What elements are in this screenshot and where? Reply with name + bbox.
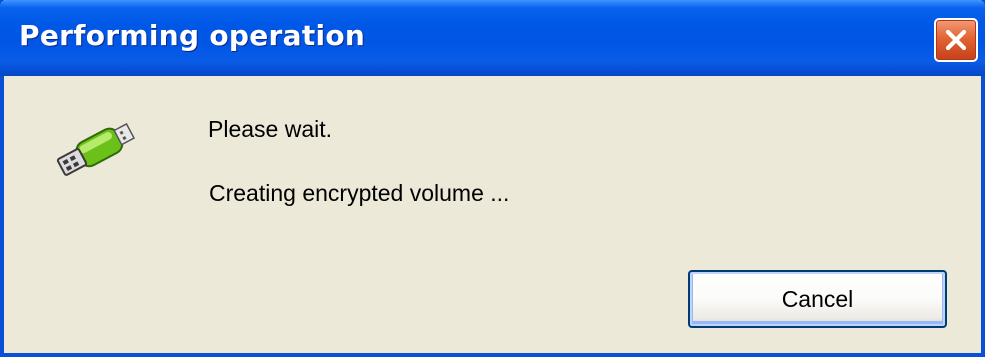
please-wait-text: Please wait. bbox=[208, 116, 333, 142]
title-bar[interactable]: Performing operation bbox=[0, 0, 985, 76]
usb-drive-key-icon bbox=[52, 117, 144, 189]
dialog-window: Performing operation Please wait. Creati… bbox=[0, 0, 985, 357]
close-button[interactable] bbox=[934, 18, 978, 62]
cancel-button[interactable]: Cancel bbox=[688, 270, 947, 328]
window-title: Performing operation bbox=[19, 19, 366, 52]
close-icon bbox=[945, 29, 967, 51]
status-text: Creating encrypted volume ... bbox=[209, 180, 510, 206]
